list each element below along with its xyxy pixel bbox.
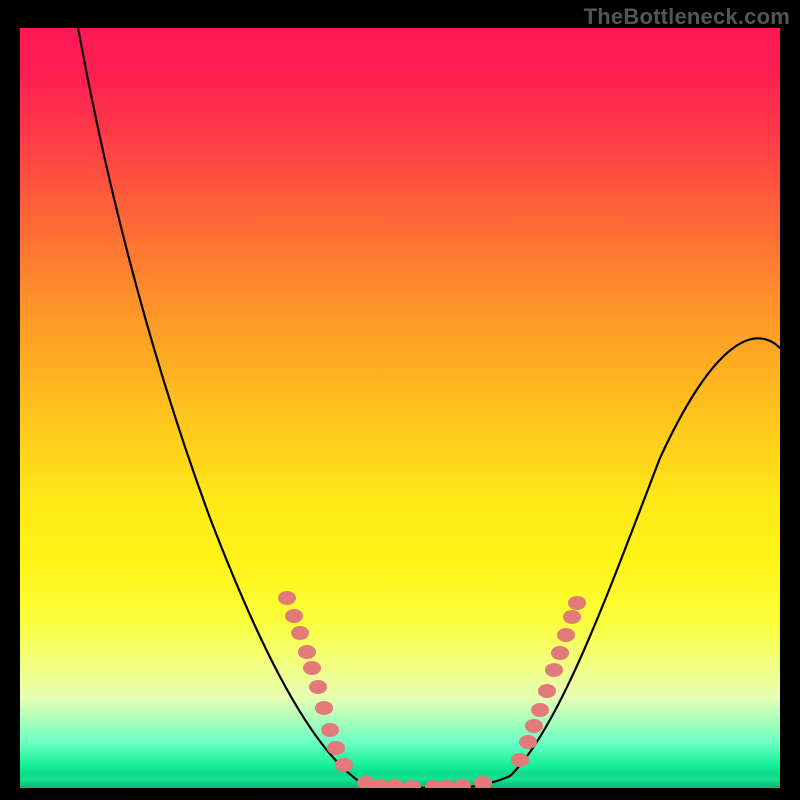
marker-dot xyxy=(321,723,339,737)
marker-dot xyxy=(315,701,333,715)
chart-svg xyxy=(20,28,780,788)
marker-dot xyxy=(303,661,321,675)
marker-dot xyxy=(525,719,543,733)
watermark-text: TheBottleneck.com xyxy=(584,4,790,30)
plot-area xyxy=(20,28,780,788)
marker-dot xyxy=(285,609,303,623)
chart-frame: TheBottleneck.com xyxy=(0,0,800,800)
marker-dot xyxy=(335,758,353,772)
marker-dot xyxy=(309,680,327,694)
marker-dot xyxy=(538,684,556,698)
marker-dot xyxy=(557,628,575,642)
marker-dot xyxy=(291,626,309,640)
bottleneck-curve xyxy=(78,28,780,788)
marker-dot xyxy=(327,741,345,755)
marker-dot xyxy=(511,753,529,767)
marker-dot xyxy=(298,645,316,659)
marker-dot xyxy=(545,663,563,677)
marker-dot xyxy=(531,703,549,717)
marker-dot xyxy=(403,780,421,788)
marker-dot xyxy=(563,610,581,624)
marker-dot xyxy=(453,779,471,788)
marker-dot xyxy=(551,646,569,660)
marker-group xyxy=(278,591,586,788)
marker-dot xyxy=(474,776,492,788)
marker-dot xyxy=(278,591,296,605)
marker-dot xyxy=(519,735,537,749)
marker-dot xyxy=(568,596,586,610)
marker-dot xyxy=(386,779,404,788)
marker-dot xyxy=(437,780,455,788)
